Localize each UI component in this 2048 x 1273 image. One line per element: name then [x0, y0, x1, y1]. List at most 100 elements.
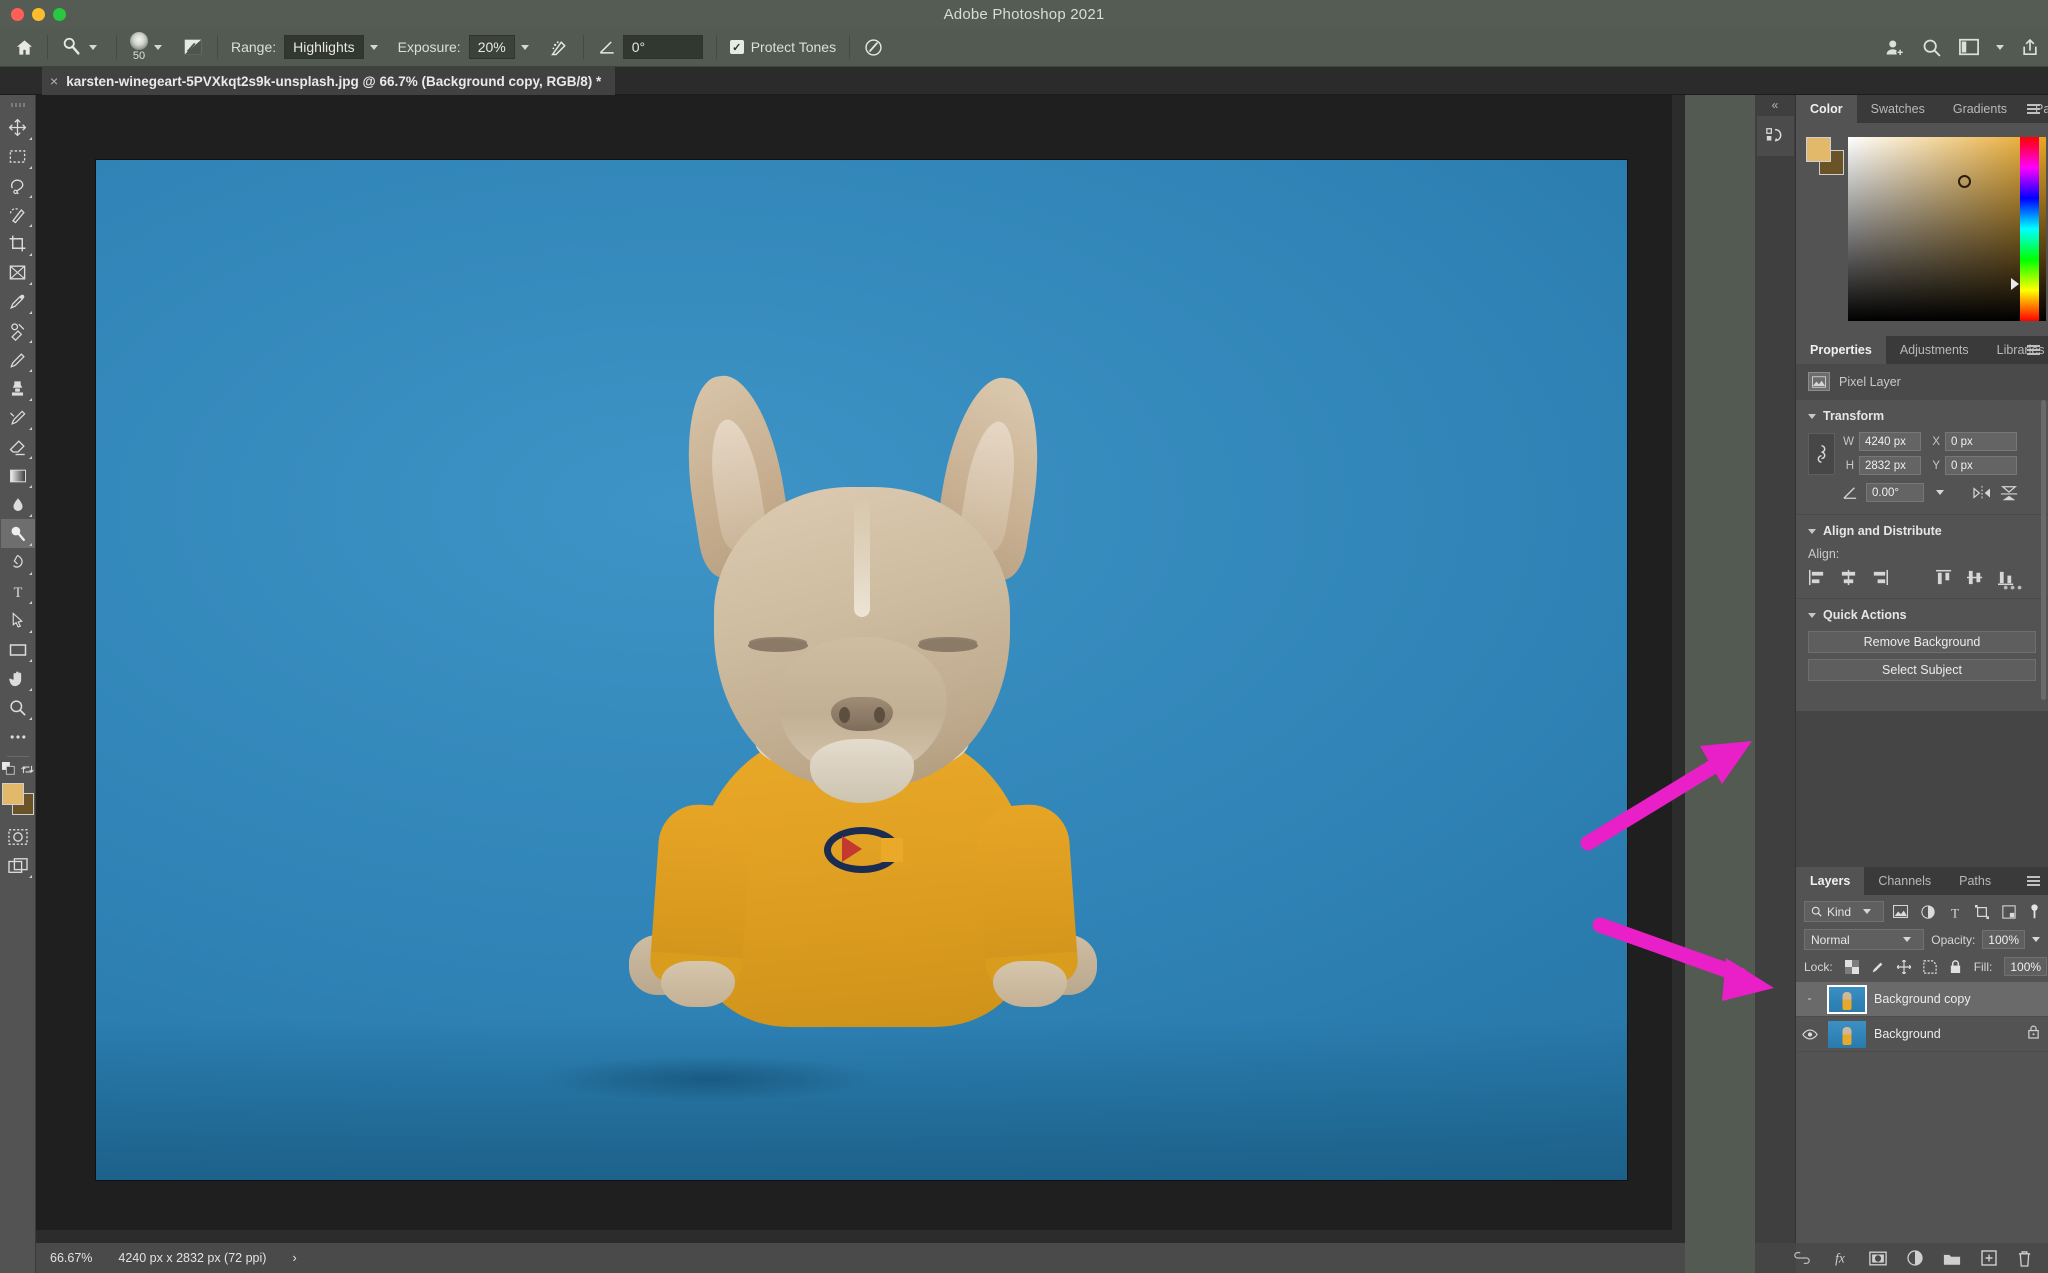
chevron-down-icon[interactable]	[369, 44, 378, 50]
panel-menu-icon[interactable]	[2027, 345, 2040, 355]
quick-actions-title[interactable]: Quick Actions	[1808, 608, 2036, 622]
chevron-down-icon[interactable]	[1936, 490, 1944, 495]
tab-gradients[interactable]: Gradients	[1939, 95, 2021, 123]
spot-healing-brush-tool[interactable]	[1, 316, 35, 345]
lock-all-icon[interactable]	[1949, 959, 1962, 974]
eyedropper-tool[interactable]	[1, 287, 35, 316]
pen-tool[interactable]	[1, 548, 35, 577]
close-icon[interactable]: ×	[50, 74, 58, 88]
zoom-tool[interactable]	[1, 693, 35, 722]
filter-pixel-icon[interactable]	[1893, 905, 1908, 918]
hue-slider[interactable]	[2020, 137, 2039, 321]
align-title[interactable]: Align and Distribute	[1808, 524, 2036, 538]
layer-style-fx-icon[interactable]: fx	[1831, 1250, 1849, 1266]
exposure-control[interactable]: Exposure: 20%	[391, 28, 542, 67]
lock-artboard-nesting-icon[interactable]	[1922, 959, 1937, 974]
share-icon[interactable]	[2020, 37, 2040, 58]
layer-row-background[interactable]: Background	[1796, 1017, 2048, 1052]
canvas-horizontal-scrollbar[interactable]	[36, 1230, 1685, 1243]
angle-control[interactable]: 0°	[590, 28, 710, 67]
panel-menu-icon[interactable]	[2027, 104, 2040, 114]
lock-position-icon[interactable]	[1896, 959, 1911, 974]
type-tool[interactable]: T	[1, 577, 35, 606]
swap-colors-icon[interactable]	[20, 763, 34, 776]
foreground-color-swatch[interactable]	[1, 783, 24, 805]
opacity-input[interactable]: 100%	[1982, 930, 2025, 949]
color-field[interactable]	[1848, 137, 2046, 321]
checkbox-checked-icon[interactable]: ✓	[729, 40, 744, 54]
foreground-color-swatch[interactable]	[1806, 137, 1831, 162]
color-panel[interactable]	[1796, 123, 2048, 336]
panel-menu-icon[interactable]	[2027, 876, 2040, 886]
layer-visibility-toggle[interactable]	[1800, 996, 1820, 1002]
more-align-options[interactable]: •••	[2003, 580, 2024, 594]
align-left-edges-icon[interactable]	[1808, 569, 1827, 586]
rotation-input[interactable]: 0.00°	[1866, 483, 1924, 502]
tab-swatches[interactable]: Swatches	[1857, 95, 1939, 123]
chevron-down-icon[interactable]	[1808, 413, 1816, 419]
history-panel-button[interactable]	[1756, 116, 1794, 156]
screen-mode-button[interactable]	[1, 851, 35, 880]
filter-kind-select[interactable]: Kind	[1804, 901, 1884, 922]
brush-tool[interactable]	[1, 345, 35, 374]
filter-adjustment-icon[interactable]	[1921, 904, 1935, 919]
image-canvas[interactable]	[96, 160, 1627, 1180]
collapse-panels-button[interactable]: «	[1755, 95, 1795, 112]
dodge-tool[interactable]	[0, 519, 35, 548]
tab-channels[interactable]: Channels	[1864, 867, 1945, 895]
path-selection-tool[interactable]	[1, 606, 35, 635]
chevron-down-icon[interactable]	[2032, 937, 2040, 942]
search-icon[interactable]	[1921, 37, 1942, 58]
add-layer-mask-icon[interactable]	[1869, 1251, 1887, 1266]
fill-input[interactable]: 100%	[2004, 957, 2048, 976]
filter-type-icon[interactable]: T	[1948, 905, 1962, 919]
filter-smart-object-icon[interactable]	[2002, 904, 2016, 919]
tab-paths[interactable]: Paths	[1945, 867, 2005, 895]
status-zoom-level[interactable]: 66.67%	[50, 1251, 92, 1265]
tab-adjustments[interactable]: Adjustments	[1886, 336, 1983, 364]
select-subject-button[interactable]: Select Subject	[1808, 659, 2036, 681]
new-adjustment-layer-icon[interactable]	[1907, 1250, 1923, 1266]
chevron-down-icon[interactable]	[1996, 44, 2004, 50]
toolbar-drag-handle[interactable]	[10, 103, 25, 107]
link-aspect-ratio-button[interactable]	[1808, 432, 1835, 475]
x-input[interactable]: 0 px	[1945, 432, 2017, 451]
workspace-icon[interactable]	[1958, 37, 1980, 57]
add-user-icon[interactable]	[1884, 37, 1905, 58]
range-control[interactable]: Range: Highlights	[224, 28, 391, 67]
pressure-size-button[interactable]	[856, 28, 891, 67]
tab-layers[interactable]: Layers	[1796, 867, 1865, 895]
color-panel-swatches[interactable]	[1806, 137, 1844, 175]
canvas-vertical-scrollbar[interactable]	[1672, 95, 1685, 1243]
move-tool[interactable]	[1, 113, 35, 142]
chevron-down-icon[interactable]	[520, 44, 529, 50]
filter-shape-icon[interactable]	[1975, 904, 1989, 919]
new-layer-icon[interactable]	[1981, 1250, 1997, 1266]
delete-layer-icon[interactable]	[2017, 1250, 2032, 1267]
color-field-marker[interactable]	[1958, 175, 1971, 188]
tool-preset-picker[interactable]	[54, 28, 110, 67]
link-layers-icon[interactable]	[1793, 1252, 1811, 1264]
blend-mode-select[interactable]: Normal	[1804, 929, 1925, 950]
gradient-tool[interactable]	[1, 461, 35, 490]
color-swatches[interactable]	[1, 782, 35, 816]
edit-toolbar-button[interactable]	[1, 722, 35, 751]
align-right-edges-icon[interactable]	[1870, 569, 1889, 586]
chevron-down-icon[interactable]	[1808, 612, 1816, 618]
align-top-edges-icon[interactable]	[1935, 569, 1954, 586]
object-selection-tool[interactable]	[1, 200, 35, 229]
exposure-input[interactable]: 20%	[468, 35, 515, 59]
eraser-tool[interactable]	[1, 432, 35, 461]
tab-color[interactable]: Color	[1796, 95, 1857, 123]
chevron-down-icon[interactable]	[154, 44, 162, 50]
hand-tool[interactable]	[1, 664, 35, 693]
rectangular-marquee-tool[interactable]	[1, 142, 35, 171]
flip-horizontal-icon[interactable]	[1972, 485, 1992, 501]
filter-toggle-icon[interactable]	[2029, 903, 2040, 920]
history-brush-tool[interactable]	[1, 403, 35, 432]
chevron-down-icon[interactable]	[1863, 909, 1871, 914]
chevron-down-icon[interactable]	[1903, 937, 1912, 942]
layer-thumbnail[interactable]	[1828, 1020, 1866, 1048]
chevron-down-icon[interactable]	[1808, 528, 1816, 534]
tab-properties[interactable]: Properties	[1796, 336, 1886, 364]
